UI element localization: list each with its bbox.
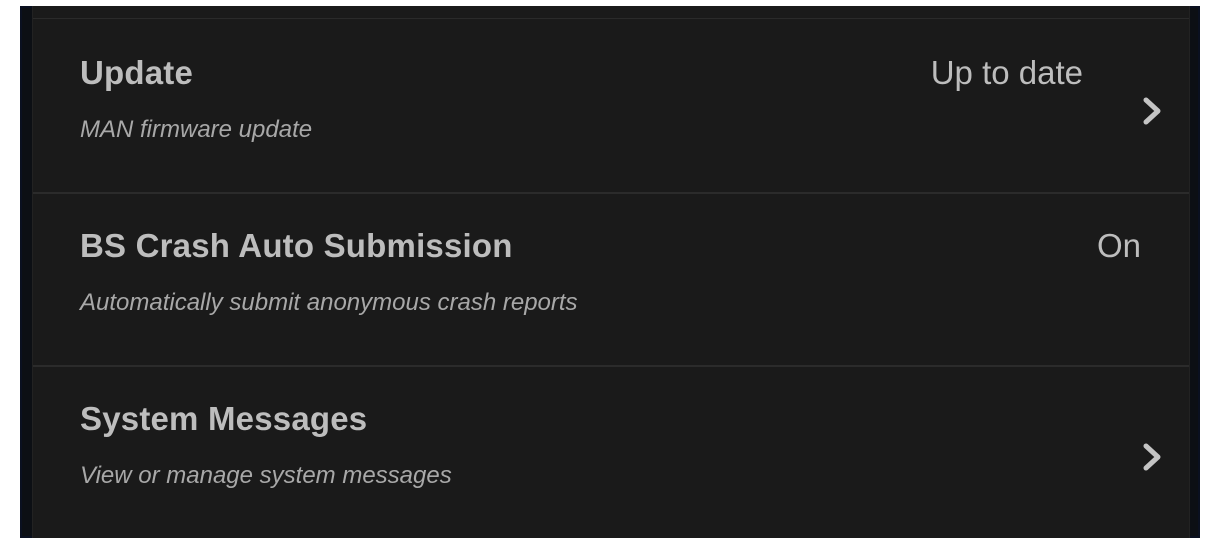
row-subtitle: View or manage system messages — [80, 462, 452, 489]
row-value: On — [1096, 227, 1141, 264]
row-value: Up to date — [930, 54, 1083, 91]
settings-row-system-messages[interactable]: System Messages View or manage system me… — [33, 366, 1189, 538]
row-title: Update — [80, 54, 194, 91]
row-subtitle: Automatically submit anonymous crash rep… — [80, 289, 578, 316]
settings-list: Update MAN firmware update Up to date BS… — [32, 6, 1190, 538]
settings-row-update[interactable]: Update MAN firmware update Up to date — [33, 20, 1189, 192]
chevron-right-icon — [1143, 97, 1161, 125]
settings-row-crash-auto-submission[interactable]: BS Crash Auto Submission Automatically s… — [33, 193, 1189, 365]
top-divider — [33, 18, 1189, 19]
row-title: BS Crash Auto Submission — [80, 227, 513, 264]
chevron-right-icon — [1143, 443, 1161, 471]
row-title: System Messages — [80, 400, 368, 437]
settings-window: Update MAN firmware update Up to date BS… — [20, 6, 1200, 538]
row-subtitle: MAN firmware update — [80, 116, 313, 143]
